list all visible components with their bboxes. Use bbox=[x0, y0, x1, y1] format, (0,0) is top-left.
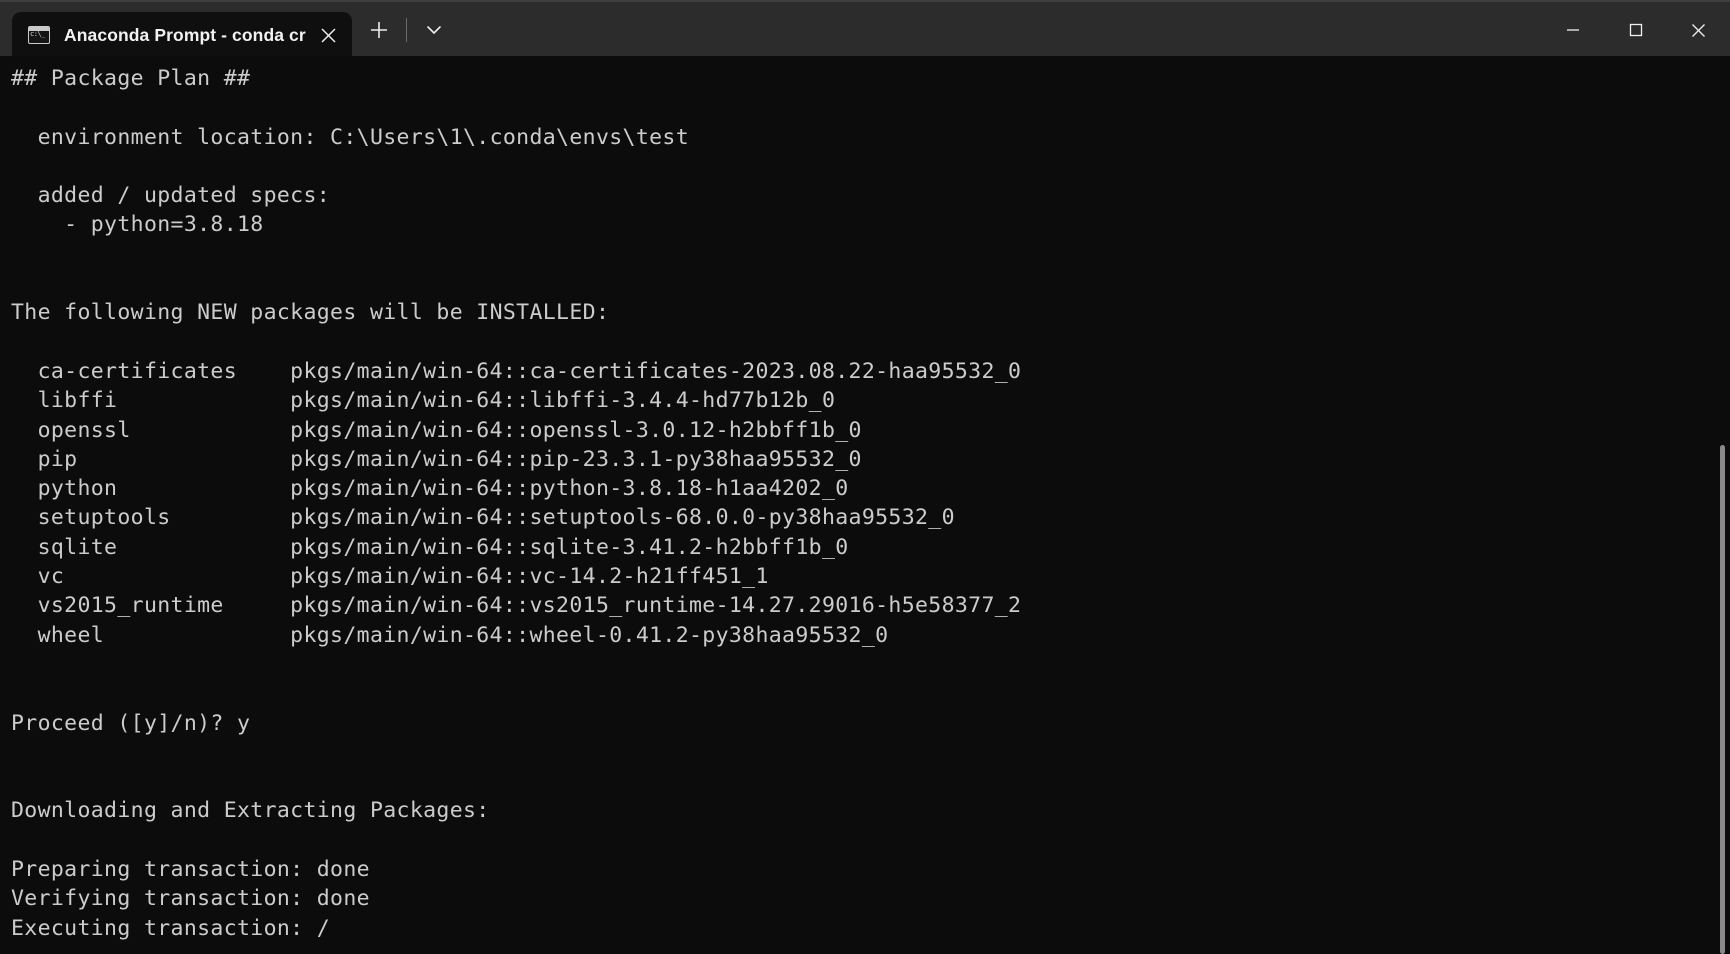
scrollbar-thumb[interactable] bbox=[1720, 445, 1725, 954]
window-controls bbox=[1541, 2, 1730, 58]
console-icon bbox=[28, 26, 50, 44]
tab-anaconda-prompt[interactable]: Anaconda Prompt - conda cr bbox=[12, 12, 352, 58]
tab-actions bbox=[352, 2, 457, 58]
new-tab-button[interactable] bbox=[359, 10, 399, 50]
tab-actions-divider bbox=[405, 18, 407, 42]
tab-title: Anaconda Prompt - conda cr bbox=[64, 24, 306, 45]
terminal-output-area[interactable]: ## Package Plan ## environment location:… bbox=[0, 56, 1730, 954]
chevron-down-icon[interactable] bbox=[414, 10, 454, 50]
terminal-text: ## Package Plan ## environment location:… bbox=[11, 66, 1022, 941]
terminal-window: Anaconda Prompt - conda cr bbox=[0, 0, 1730, 954]
minimize-icon[interactable] bbox=[1541, 2, 1604, 58]
close-window-icon[interactable] bbox=[1667, 2, 1730, 58]
title-bar: Anaconda Prompt - conda cr bbox=[0, 0, 1730, 58]
tab-strip: Anaconda Prompt - conda cr bbox=[0, 2, 352, 58]
titlebar-drag-region[interactable] bbox=[457, 2, 1541, 58]
close-tab-icon[interactable] bbox=[312, 18, 346, 52]
maximize-icon[interactable] bbox=[1604, 2, 1667, 58]
terminal-scrollbar[interactable] bbox=[1714, 56, 1730, 954]
